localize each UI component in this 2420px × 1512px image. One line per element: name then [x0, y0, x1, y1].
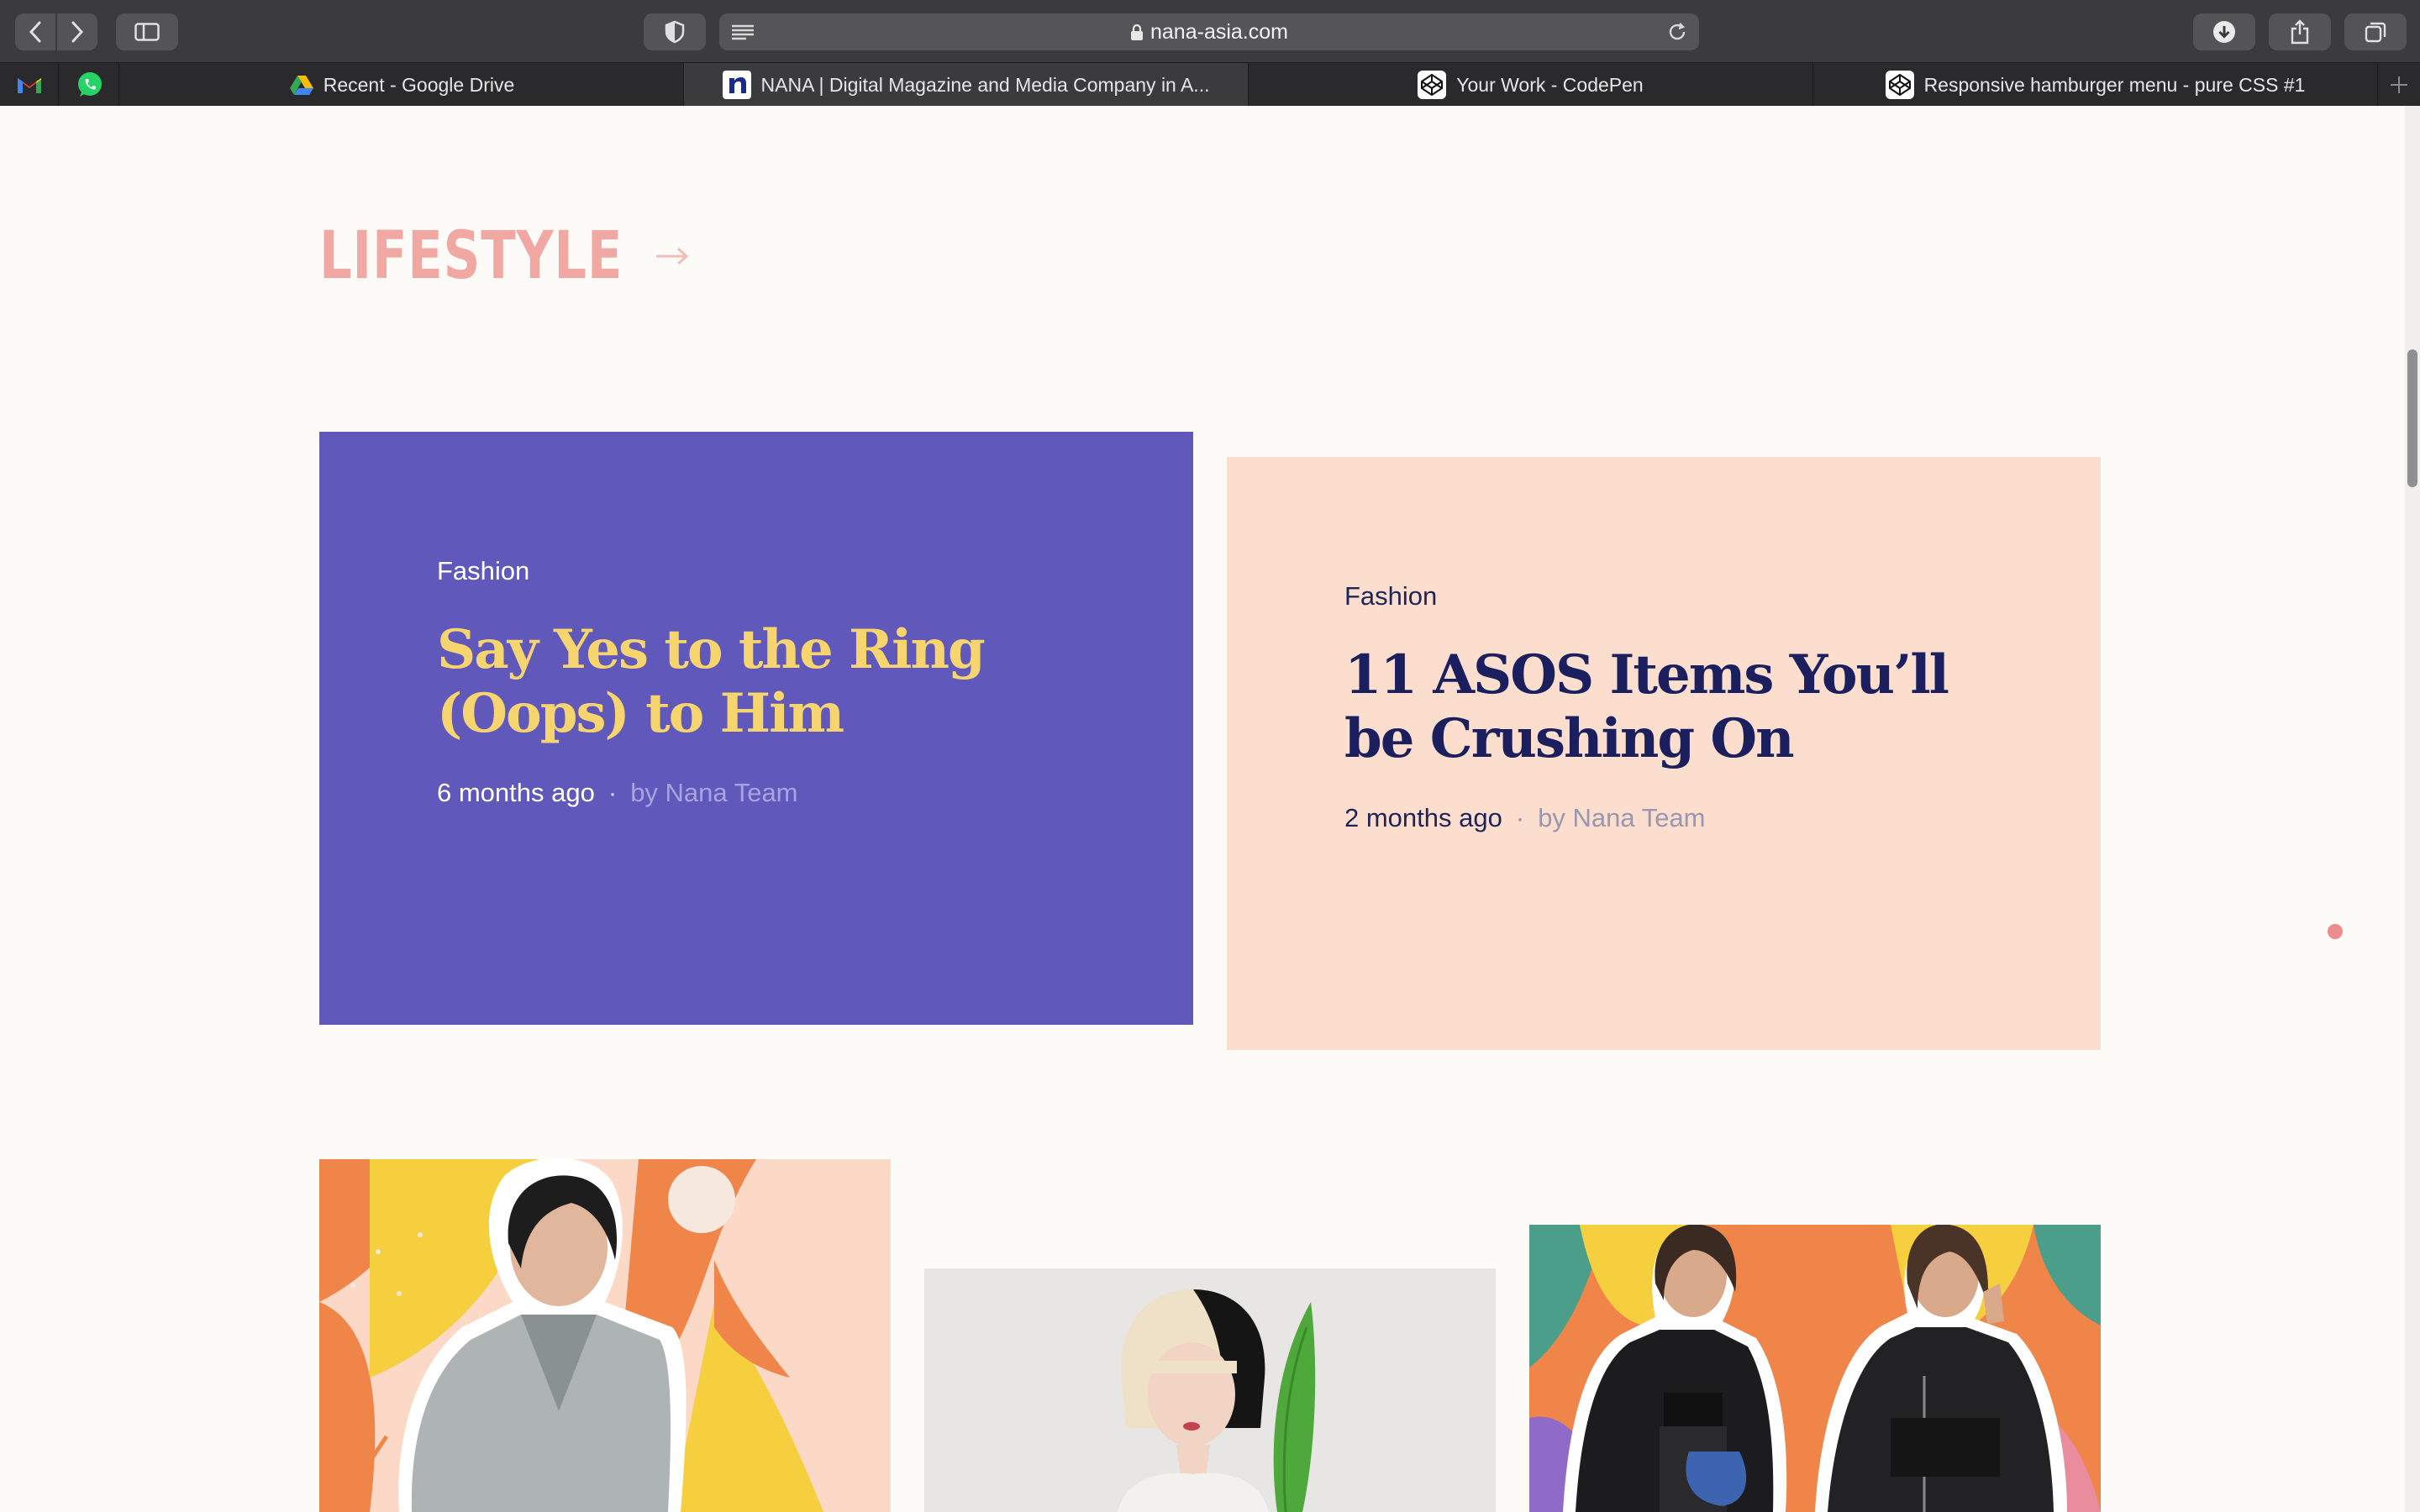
chevron-right-icon — [71, 21, 84, 43]
arrow-right-icon[interactable] — [655, 246, 690, 266]
tabs-icon — [2365, 22, 2386, 43]
article-category[interactable]: Fashion — [1344, 581, 2101, 612]
article-title[interactable]: 11 ASOS Items You’ll be Crushing On — [1344, 643, 1983, 771]
thumbnail-image-bomber-jackets — [1529, 1225, 2101, 1512]
page-content: LIFESTYLE Fashion Say Yes to the Ring (O… — [0, 106, 2420, 1512]
share-icon — [2291, 19, 2309, 45]
tab-codepen-work[interactable]: Your Work - CodePen — [1249, 63, 1813, 107]
article-thumbnail[interactable] — [1529, 1225, 2101, 1512]
shield-icon — [665, 20, 685, 44]
reload-icon[interactable] — [1667, 22, 1687, 42]
page-scrollbar[interactable] — [2405, 106, 2420, 1512]
plus-icon — [2391, 76, 2407, 93]
gmail-icon — [17, 78, 41, 93]
featured-article-card[interactable]: Fashion Say Yes to the Ring (Oops) to Hi… — [319, 432, 1193, 1025]
tab-title: Recent - Google Drive — [323, 73, 515, 96]
tab-title: NANA | Digital Magazine and Media Compan… — [760, 73, 1210, 96]
privacy-report-button[interactable] — [644, 13, 706, 50]
article-author[interactable]: by Nana Team — [1538, 803, 1705, 833]
article-meta: 2 months ago · by Nana Team — [1344, 803, 2101, 833]
thumbnail-image-kimono — [319, 1159, 891, 1512]
sidebar-toggle-button[interactable] — [116, 13, 178, 50]
tab-google-drive[interactable]: Recent - Google Drive — [121, 63, 684, 107]
section-header[interactable]: LIFESTYLE — [319, 218, 690, 294]
article-thumbnail[interactable] — [319, 1159, 891, 1512]
codepen-icon — [1885, 71, 1914, 99]
chevron-left-icon — [29, 21, 41, 43]
pinned-tab-whatsapp[interactable] — [60, 63, 119, 107]
codepen-icon — [1418, 71, 1447, 99]
tab-overview-button[interactable] — [2344, 13, 2407, 50]
tab-title: Responsive hamburger menu - pure CSS #1 — [1923, 73, 2306, 96]
share-button[interactable] — [2269, 13, 2331, 50]
decorative-dot — [2328, 924, 2343, 939]
new-tab-button[interactable] — [2378, 63, 2420, 107]
browser-toolbar: nana-asia.com — [0, 0, 2420, 62]
back-button[interactable] — [15, 13, 55, 50]
featured-article-card[interactable]: Fashion 11 ASOS Items You’ll be Crushing… — [1227, 457, 2101, 1050]
url-display: nana-asia.com — [719, 13, 1699, 50]
downloads-button[interactable] — [2193, 13, 2255, 50]
section-title: LIFESTYLE — [319, 218, 623, 294]
article-time: 6 months ago — [437, 778, 595, 807]
tab-codepen-hamburger[interactable]: Responsive hamburger menu - pure CSS #1 — [1813, 63, 2378, 107]
meta-separator: · — [608, 778, 618, 807]
tab-bar: Recent - Google Drive NANA | Digital Mag… — [0, 62, 2420, 107]
article-category[interactable]: Fashion — [437, 556, 1193, 586]
article-thumbnail[interactable] — [924, 1268, 1496, 1512]
meta-separator: · — [1515, 803, 1525, 832]
article-time: 2 months ago — [1344, 803, 1502, 832]
whatsapp-icon — [77, 72, 102, 97]
nana-icon — [722, 71, 751, 99]
pinned-tab-gmail[interactable] — [0, 63, 59, 107]
sidebar-icon — [134, 23, 160, 41]
url-text: nana-asia.com — [1150, 20, 1288, 44]
tab-title: Your Work - CodePen — [1456, 73, 1644, 96]
download-icon — [2213, 21, 2235, 43]
forward-button[interactable] — [57, 13, 97, 50]
article-meta: 6 months ago · by Nana Team — [437, 778, 1193, 808]
scrollbar-thumb[interactable] — [2407, 349, 2417, 487]
google-drive-icon — [289, 76, 313, 95]
tab-nana[interactable]: NANA | Digital Magazine and Media Compan… — [684, 63, 1249, 107]
lock-icon — [1131, 24, 1143, 41]
article-title[interactable]: Say Yes to the Ring (Oops) to Him — [437, 618, 1076, 746]
thumbnail-image-bob-hair — [924, 1268, 1496, 1512]
address-bar[interactable]: nana-asia.com — [719, 13, 1699, 50]
article-author[interactable]: by Nana Team — [630, 778, 797, 808]
